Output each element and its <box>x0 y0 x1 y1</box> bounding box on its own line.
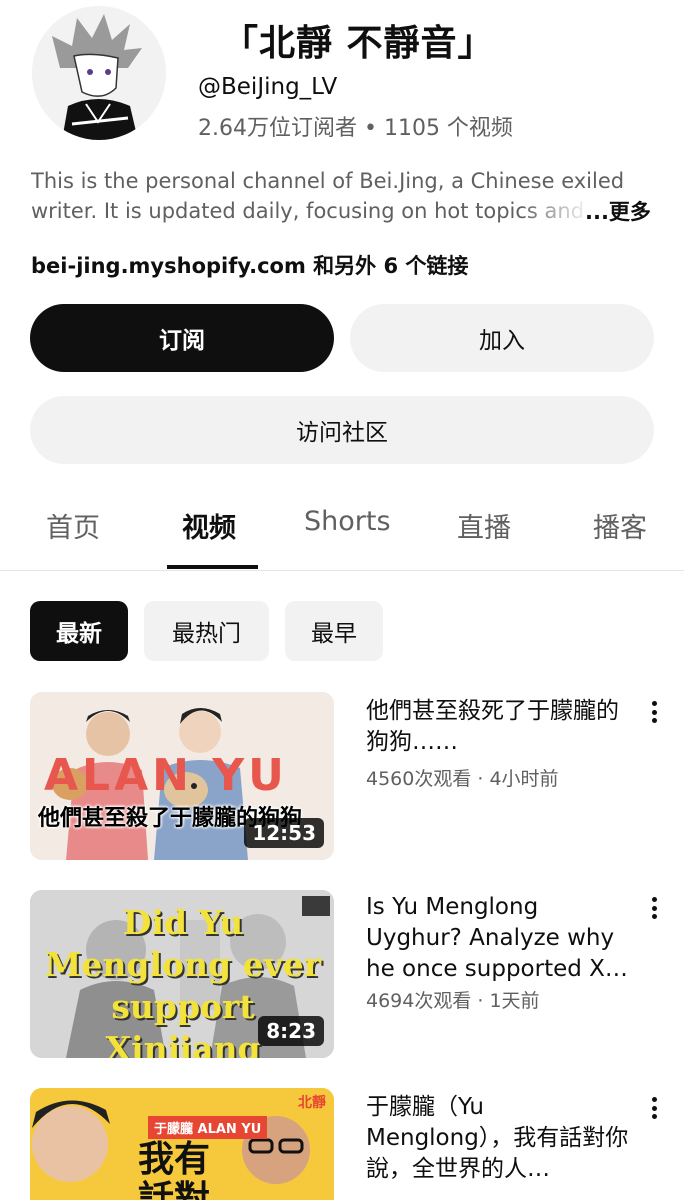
video-duration: 12:53 <box>244 818 324 848</box>
thumbnail-caption: 我有話對你說 <box>138 1139 211 1200</box>
video-duration: 8:23 <box>258 1016 324 1046</box>
description-line: writer. It is updated daily, focusing on… <box>31 196 591 226</box>
channel-title: 「北靜 不靜音」 <box>222 23 495 64</box>
join-button[interactable]: 加入 <box>350 304 654 372</box>
tab-videos[interactable]: 视频 <box>182 506 236 545</box>
chip-popular[interactable]: 最热门 <box>144 601 269 661</box>
channel-avatar[interactable] <box>32 6 166 140</box>
channel-tabs: 首页 视频 Shorts 直播 播客 <box>0 490 684 571</box>
video-title[interactable]: 他們甚至殺死了于朦朧的狗狗…… <box>366 696 636 758</box>
video-thumbnail[interactable]: Did Yu Menglong ever support Xinjiang co… <box>30 890 334 1058</box>
channel-stats: 2.64万位订阅者 • 1105 个视频 <box>198 116 513 141</box>
channel-links[interactable]: bei-jing.myshopify.com 和另外 6 个链接 <box>31 250 468 280</box>
video-meta: 4560次观看 · 4小时前 <box>366 768 559 790</box>
more-options-icon[interactable] <box>644 893 664 923</box>
thumbnail-corner-mark: 北靜 <box>298 1095 326 1111</box>
more-options-icon[interactable] <box>644 697 664 727</box>
video-title[interactable]: Is Yu Menglong Uyghur? Analyze why he on… <box>366 892 636 985</box>
video-meta: 4694次观看 · 1天前 <box>366 990 540 1012</box>
description-line: This is the personal channel of Bei.Jing… <box>31 169 625 193</box>
chip-oldest[interactable]: 最早 <box>285 601 383 661</box>
tab-home[interactable]: 首页 <box>46 506 100 545</box>
subscribe-button[interactable]: 订阅 <box>30 304 334 372</box>
video-thumbnail[interactable]: ALAN YU 他們甚至殺了于朦朧的狗狗 12:53 <box>30 692 334 860</box>
link-more-text: 和另外 6 个链接 <box>305 254 469 278</box>
thumbnail-overlay-text: ALAN YU <box>44 750 288 801</box>
more-options-icon[interactable] <box>644 1093 664 1123</box>
video-title[interactable]: 于朦朧（Yu Menglong），我有話對你說，全世界的人… <box>366 1092 636 1192</box>
active-tab-indicator <box>167 565 258 569</box>
chip-latest[interactable]: 最新 <box>30 601 128 661</box>
more-link[interactable]: ...更多 <box>585 196 651 226</box>
visit-community-button[interactable]: 访问社区 <box>30 396 654 464</box>
link-domain[interactable]: bei-jing.myshopify.com <box>31 254 306 278</box>
thumbnail-badge: 于朦朧 ALAN YU <box>148 1116 268 1139</box>
tab-shorts[interactable]: Shorts <box>304 506 391 537</box>
tab-live[interactable]: 直播 <box>457 506 511 545</box>
channel-description[interactable]: This is the personal channel of Bei.Jing… <box>31 166 651 226</box>
channel-handle: @BeiJing_LV <box>198 74 338 100</box>
tab-podcasts[interactable]: 播客 <box>593 506 647 545</box>
video-thumbnail[interactable]: 于朦朧 ALAN YU 北靜 我有話對你說 <box>30 1088 334 1200</box>
